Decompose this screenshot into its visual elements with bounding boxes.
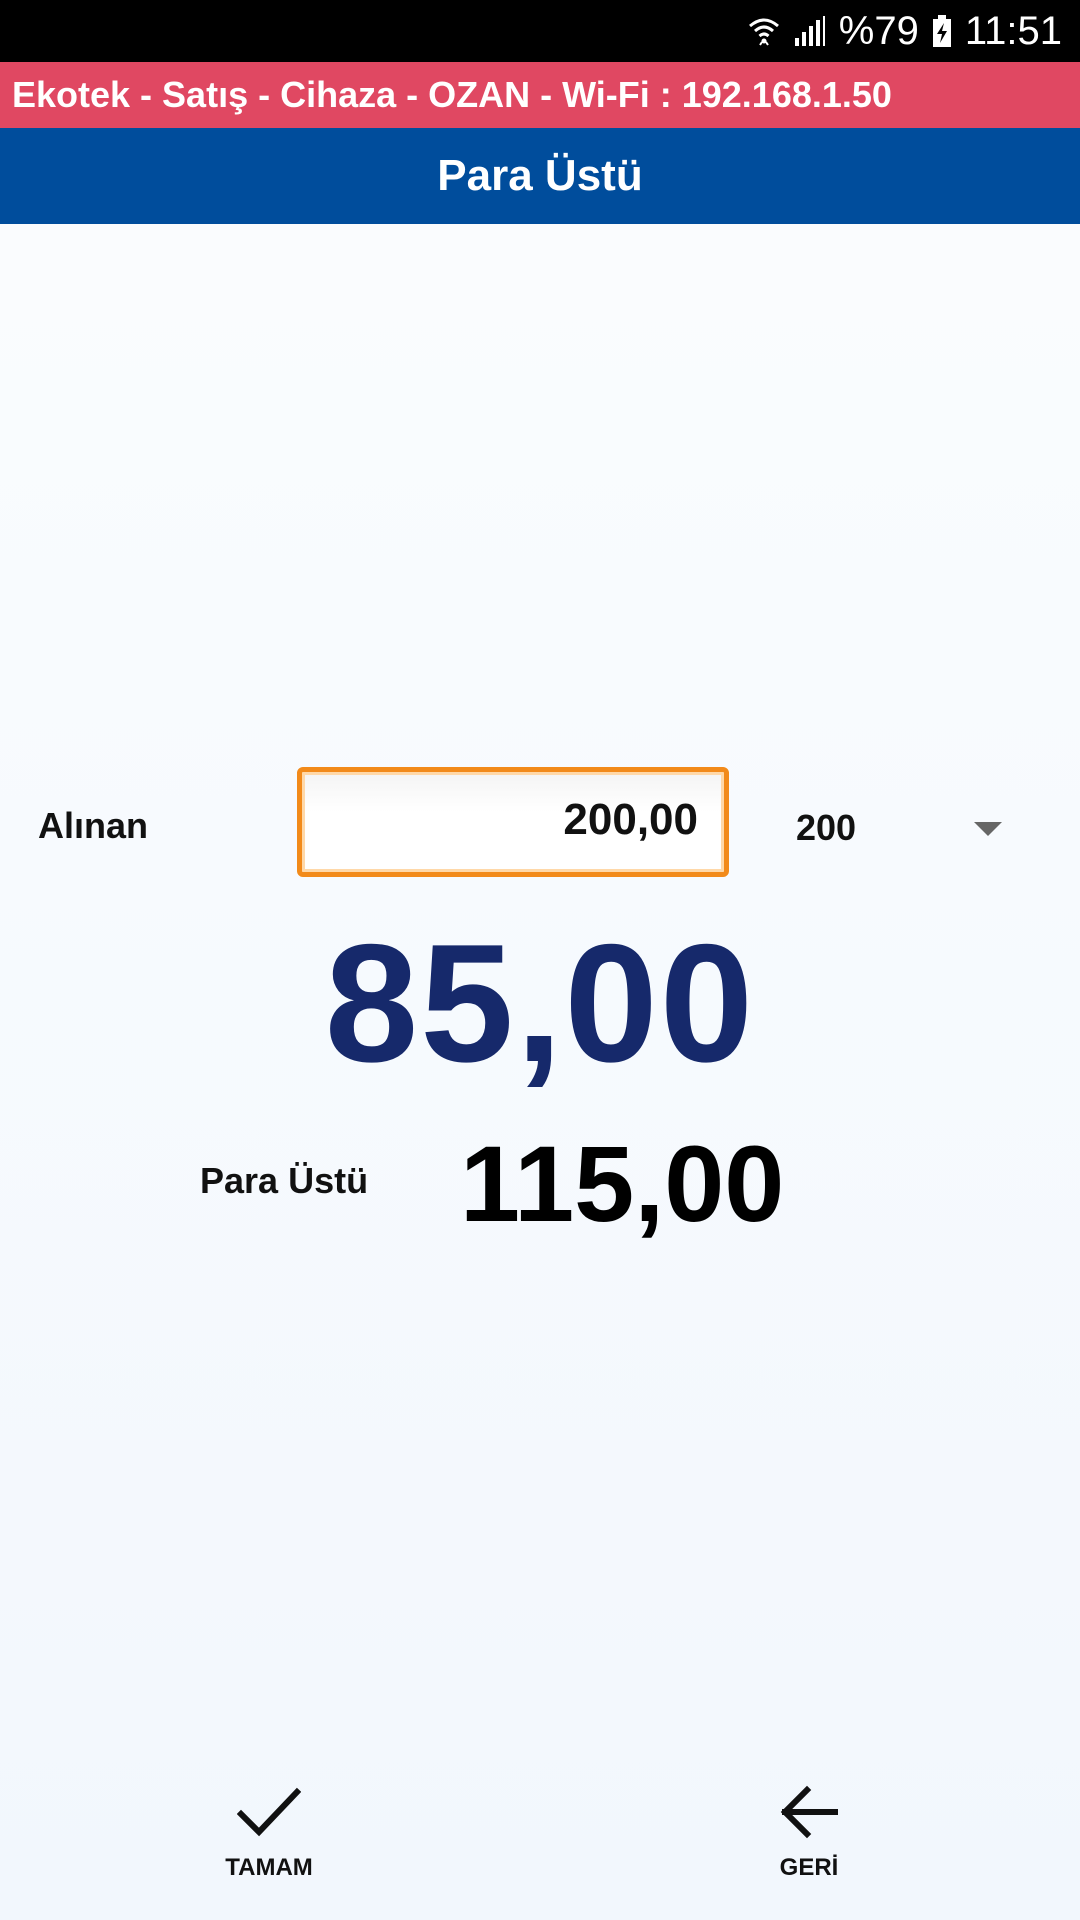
clock: 11:51	[964, 8, 1062, 53]
checkmark-icon	[237, 1780, 301, 1844]
arrow-left-icon	[779, 1780, 839, 1844]
chevron-down-icon	[974, 822, 1002, 836]
back-button[interactable]: GERİ	[709, 1780, 909, 1890]
denomination-dropdown[interactable]: 200	[790, 790, 1020, 866]
status-bar: %79 11:51	[0, 0, 1080, 62]
battery-percent: %79	[838, 8, 919, 53]
ok-button-label: TAMAM	[225, 1854, 313, 1881]
back-button-label: GERİ	[779, 1854, 839, 1881]
change-amount: 115,00	[460, 1123, 785, 1244]
app-connection-bar: Ekotek - Satış - Cihaza - OZAN - Wi-Fi :…	[0, 62, 1080, 128]
wifi-icon	[747, 14, 781, 48]
received-amount-input[interactable]: 200,00	[297, 767, 729, 877]
received-label: Alınan	[38, 805, 149, 846]
ok-button[interactable]: TAMAM	[169, 1780, 369, 1890]
change-label: Para Üstü	[200, 1160, 369, 1201]
battery-charging-icon	[931, 14, 953, 48]
denomination-selected-value: 200	[796, 807, 857, 848]
signal-icon	[793, 14, 827, 48]
status-indicators: %79 11:51	[747, 0, 1062, 62]
page-title: Para Üstü	[0, 128, 1080, 224]
total-amount: 85,00	[324, 909, 756, 1097]
